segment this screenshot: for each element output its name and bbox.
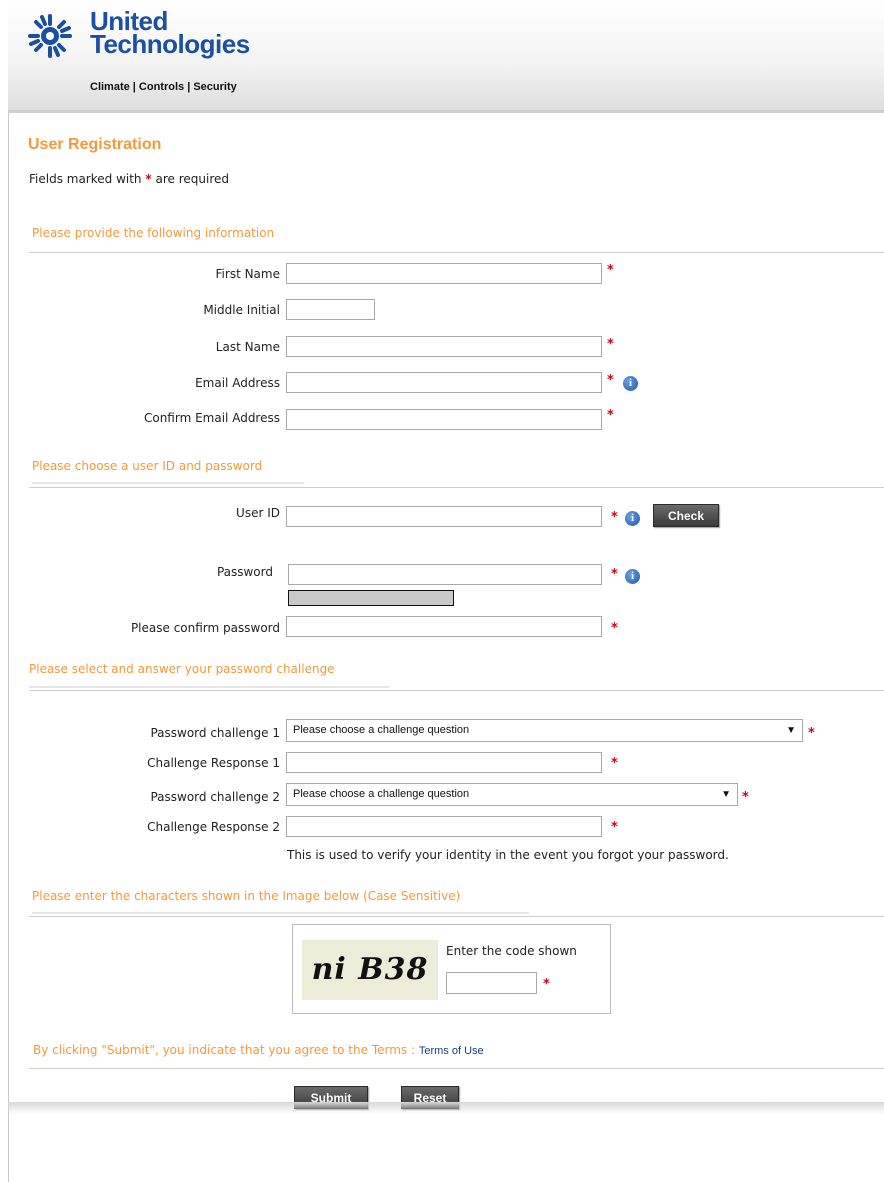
challenge-help-text: This is used to verify your identity in … (287, 848, 729, 862)
challenge-2-selected: Please choose a challenge question (293, 788, 470, 800)
required-marker: * (808, 726, 815, 741)
section-divider (29, 916, 884, 917)
required-marker: * (611, 621, 618, 636)
required-symbol: * (145, 172, 152, 186)
last-name-input[interactable] (286, 336, 602, 357)
user-id-info-icon[interactable]: i (625, 511, 640, 526)
required-marker: * (607, 408, 614, 423)
captcha-input[interactable] (446, 972, 537, 994)
response-1-label: Challenge Response 1 (147, 756, 280, 770)
section-heading-captcha: Please enter the characters shown in the… (32, 889, 461, 903)
confirm-email-label: Confirm Email Address (143, 411, 280, 425)
challenge-1-selected: Please choose a challenge question (293, 724, 470, 736)
section-heading-info: Please provide the following information (32, 226, 275, 240)
middle-initial-input[interactable] (286, 299, 375, 320)
required-note-suffix: are required (155, 172, 229, 186)
terms-of-use-link[interactable]: Terms of Use (419, 1045, 484, 1057)
section-underline (32, 912, 529, 914)
email-input[interactable] (286, 372, 602, 393)
required-marker: * (607, 373, 614, 388)
section-heading-account: Please choose a user ID and password (32, 459, 263, 473)
response-2-label: Challenge Response 2 (147, 820, 280, 834)
required-marker: * (611, 820, 618, 835)
section-divider (29, 1068, 884, 1069)
terms-text: By clicking "Submit", you indicate that … (33, 1043, 416, 1057)
site-header: United Technologies Climate | Controls |… (8, 0, 884, 113)
challenge-2-label: Password challenge 2 (150, 790, 280, 804)
brand-name: United Technologies (90, 8, 250, 59)
confirm-password-input[interactable] (286, 616, 602, 637)
required-marker: * (742, 790, 749, 805)
required-marker: * (607, 337, 614, 352)
section-underline (29, 686, 389, 688)
response-2-input[interactable] (286, 816, 602, 837)
first-name-input[interactable] (286, 263, 602, 284)
password-input[interactable] (288, 564, 602, 585)
user-id-input[interactable] (286, 506, 602, 527)
required-marker: * (607, 263, 614, 278)
section-underline (32, 482, 304, 484)
last-name-label: Last Name (215, 340, 280, 354)
brand-tagline: Climate | Controls | Security (90, 81, 237, 93)
required-marker: * (611, 510, 618, 525)
confirm-password-label: Please confirm password (130, 621, 280, 635)
required-marker: * (611, 756, 618, 771)
required-note-prefix: Fields marked with (29, 172, 142, 186)
email-label: Email Address (195, 376, 280, 390)
first-name-label: First Name (215, 267, 280, 281)
middle-initial-label: Middle Initial (203, 303, 280, 317)
email-info-icon[interactable]: i (623, 376, 638, 391)
dropdown-arrow-icon: ▼ (721, 789, 731, 800)
confirm-email-input[interactable] (286, 409, 602, 430)
challenge-2-select[interactable]: Please choose a challenge question ▼ (286, 783, 738, 806)
user-id-label: User ID (236, 506, 280, 520)
brand-name-line2: Technologies (90, 29, 250, 59)
challenge-1-label: Password challenge 1 (150, 726, 280, 740)
terms-statement: By clicking "Submit", you indicate that … (33, 1043, 484, 1057)
challenge-1-select[interactable]: Please choose a challenge question ▼ (286, 719, 803, 742)
response-1-input[interactable] (286, 752, 602, 773)
united-technologies-logo-icon (28, 14, 72, 58)
dropdown-arrow-icon: ▼ (786, 725, 796, 736)
required-marker: * (611, 567, 618, 582)
required-note: Fields marked with * are required (29, 172, 229, 186)
required-marker: * (543, 977, 550, 992)
captcha-prompt: Enter the code shown (446, 944, 577, 958)
captcha-image: ni B38 (302, 940, 438, 1000)
content-shadow (8, 1102, 884, 1114)
password-info-icon[interactable]: i (625, 569, 640, 584)
password-label: Password (216, 565, 273, 579)
section-divider (29, 252, 884, 253)
section-divider (29, 690, 884, 691)
check-user-id-button[interactable]: Check (653, 504, 719, 527)
section-heading-challenge: Please select and answer your password c… (29, 662, 335, 676)
password-strength-meter (288, 590, 454, 606)
section-divider (29, 487, 884, 488)
page-title: User Registration (28, 136, 162, 153)
